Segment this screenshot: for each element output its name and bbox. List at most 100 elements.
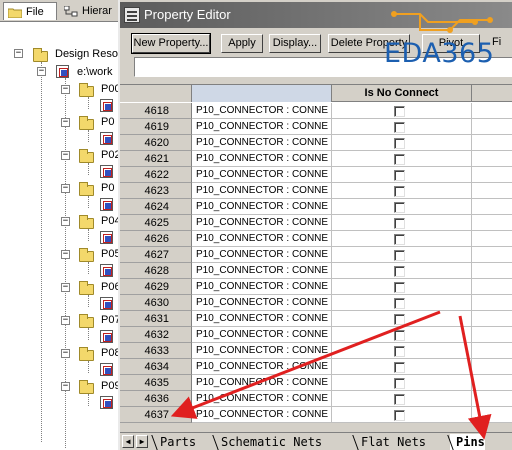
next-cell[interactable] (472, 343, 512, 359)
table-row[interactable]: 4622 P10_CONNECTOR : CONNE (120, 167, 512, 183)
is-no-connect-cell[interactable] (332, 279, 472, 295)
table-row[interactable]: 4625 P10_CONNECTOR : CONNE (120, 215, 512, 231)
table-row[interactable]: 4626 P10_CONNECTOR : CONNE (120, 231, 512, 247)
is-no-connect-cell[interactable] (332, 183, 472, 199)
part-name-cell[interactable]: P10_CONNECTOR : CONNE (192, 359, 332, 375)
is-no-connect-checkbox[interactable] (394, 266, 405, 277)
part-name-cell[interactable]: P10_CONNECTOR : CONNE (192, 407, 332, 423)
next-cell[interactable] (472, 295, 512, 311)
is-no-connect-checkbox[interactable] (394, 154, 405, 165)
row-number[interactable]: 4626 (120, 231, 192, 247)
row-number[interactable]: 4623 (120, 183, 192, 199)
schematic-page-icon[interactable] (100, 231, 113, 244)
is-no-connect-checkbox[interactable] (394, 330, 405, 341)
is-no-connect-cell[interactable] (332, 135, 472, 151)
next-cell[interactable] (472, 375, 512, 391)
is-no-connect-cell[interactable] (332, 407, 472, 423)
tab-pins[interactable]: Pins (450, 434, 485, 450)
collapse-toggle[interactable]: − (61, 382, 70, 391)
next-cell[interactable] (472, 263, 512, 279)
schematic-page-icon[interactable] (100, 297, 113, 310)
table-row[interactable]: 4636 P10_CONNECTOR : CONNE (120, 391, 512, 407)
display-button[interactable]: Display... (269, 34, 321, 53)
collapse-toggle[interactable]: − (61, 217, 70, 226)
row-number[interactable]: 4635 (120, 375, 192, 391)
tree-folder-label[interactable]: P0 (101, 182, 114, 195)
collapse-toggle[interactable]: − (37, 67, 46, 76)
is-no-connect-checkbox[interactable] (394, 122, 405, 133)
row-number[interactable]: 4637 (120, 407, 192, 423)
row-number[interactable]: 4631 (120, 311, 192, 327)
next-cell[interactable] (472, 183, 512, 199)
scroll-right-icon[interactable]: ▶ (136, 435, 148, 448)
is-no-connect-checkbox[interactable] (394, 394, 405, 405)
row-number[interactable]: 4618 (120, 103, 192, 119)
row-number[interactable]: 4624 (120, 199, 192, 215)
table-row[interactable]: 4629 P10_CONNECTOR : CONNE (120, 279, 512, 295)
schematic-page-icon[interactable] (100, 132, 113, 145)
tree-folder-label[interactable]: P0 (101, 116, 114, 129)
table-row[interactable]: 4637 P10_CONNECTOR : CONNE (120, 407, 512, 423)
next-cell[interactable] (472, 103, 512, 119)
scroll-left-icon[interactable]: ◀ (122, 435, 134, 448)
row-number[interactable]: 4625 (120, 215, 192, 231)
is-no-connect-cell[interactable] (332, 151, 472, 167)
is-no-connect-checkbox[interactable] (394, 282, 405, 293)
tree-root-label[interactable]: Design Resou (55, 48, 122, 61)
next-cell[interactable] (472, 407, 512, 423)
is-no-connect-checkbox[interactable] (394, 234, 405, 245)
title-bar[interactable]: Property Editor (120, 2, 512, 28)
tab-hierarchy[interactable]: Hierar (60, 2, 122, 20)
table-row[interactable]: 4635 P10_CONNECTOR : CONNE (120, 375, 512, 391)
is-no-connect-cell[interactable] (332, 199, 472, 215)
schematic-page-icon[interactable] (100, 165, 113, 178)
schematic-page-icon[interactable] (100, 330, 113, 343)
schematic-page-icon[interactable] (100, 264, 113, 277)
column-header-name[interactable] (192, 85, 332, 102)
row-number[interactable]: 4632 (120, 327, 192, 343)
is-no-connect-checkbox[interactable] (394, 218, 405, 229)
is-no-connect-cell[interactable] (332, 167, 472, 183)
part-name-cell[interactable]: P10_CONNECTOR : CONNE (192, 311, 332, 327)
collapse-toggle[interactable]: − (61, 151, 70, 160)
schematic-page-icon[interactable] (100, 363, 113, 376)
next-cell[interactable] (472, 391, 512, 407)
table-row[interactable]: 4631 P10_CONNECTOR : CONNE (120, 311, 512, 327)
filter-label[interactable]: Fi (492, 34, 512, 53)
collapse-toggle[interactable]: − (61, 250, 70, 259)
table-row[interactable]: 4633 P10_CONNECTOR : CONNE (120, 343, 512, 359)
next-cell[interactable] (472, 151, 512, 167)
part-name-cell[interactable]: P10_CONNECTOR : CONNE (192, 327, 332, 343)
column-header-is-no-connect[interactable]: Is No Connect (332, 85, 472, 102)
table-row[interactable]: 4620 P10_CONNECTOR : CONNE (120, 135, 512, 151)
delete-property-button[interactable]: Delete Property (328, 34, 410, 53)
next-cell[interactable] (472, 231, 512, 247)
next-cell[interactable] (472, 359, 512, 375)
next-cell[interactable] (472, 327, 512, 343)
next-cell[interactable] (472, 167, 512, 183)
collapse-toggle[interactable]: − (14, 49, 23, 58)
next-cell[interactable] (472, 247, 512, 263)
part-name-cell[interactable]: P10_CONNECTOR : CONNE (192, 215, 332, 231)
row-number[interactable]: 4634 (120, 359, 192, 375)
is-no-connect-checkbox[interactable] (394, 298, 405, 309)
collapse-toggle[interactable]: − (61, 184, 70, 193)
is-no-connect-cell[interactable] (332, 215, 472, 231)
tab-file[interactable]: File (3, 2, 57, 20)
tree-design-label[interactable]: e:\work (77, 66, 112, 79)
is-no-connect-checkbox[interactable] (394, 378, 405, 389)
tab-schematic-nets[interactable]: Schematic Nets (215, 434, 322, 450)
is-no-connect-checkbox[interactable] (394, 170, 405, 181)
is-no-connect-checkbox[interactable] (394, 250, 405, 261)
property-value-input[interactable] (134, 57, 512, 77)
is-no-connect-checkbox[interactable] (394, 362, 405, 373)
schematic-page-icon[interactable] (100, 198, 113, 211)
part-name-cell[interactable]: P10_CONNECTOR : CONNE (192, 343, 332, 359)
is-no-connect-cell[interactable] (332, 231, 472, 247)
next-cell[interactable] (472, 215, 512, 231)
is-no-connect-cell[interactable] (332, 311, 472, 327)
is-no-connect-cell[interactable] (332, 375, 472, 391)
next-cell[interactable] (472, 199, 512, 215)
is-no-connect-cell[interactable] (332, 247, 472, 263)
collapse-toggle[interactable]: − (61, 349, 70, 358)
